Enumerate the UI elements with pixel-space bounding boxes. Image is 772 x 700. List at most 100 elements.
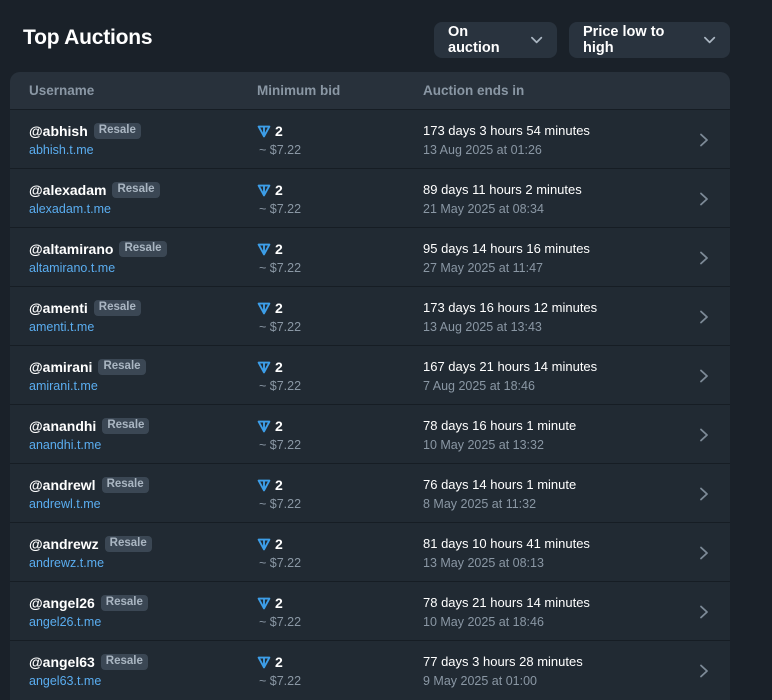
sort-label: Price low to high [583, 24, 665, 56]
resale-badge: Resale [93, 123, 141, 139]
auction-ends-in: 81 days 10 hours 41 minutes [423, 536, 590, 551]
column-header-minimum-bid: Minimum bid [257, 83, 341, 98]
resale-badge: Resale [100, 595, 148, 611]
username: @andrewz [29, 536, 99, 552]
auction-end-date: 27 May 2025 at 11:47 [423, 261, 543, 275]
bid-value: 2 [275, 654, 283, 670]
username-link[interactable]: andrewz.t.me [29, 556, 104, 570]
username-line: @alexadam Resale [29, 181, 160, 199]
auction-end-date: 7 Aug 2025 at 18:46 [423, 379, 535, 393]
auction-end-date: 13 Aug 2025 at 13:43 [423, 320, 542, 334]
auction-ends-in: 95 days 14 hours 16 minutes [423, 241, 590, 256]
bid-usd-value: ~ $7.22 [259, 379, 302, 393]
username-link[interactable]: andrewl.t.me [29, 497, 101, 511]
auction-end-date: 8 May 2025 at 11:32 [423, 497, 537, 511]
chevron-down-icon [703, 36, 715, 44]
resale-badge: Resale [98, 359, 146, 375]
chevron-right-icon[interactable] [698, 545, 710, 561]
chevron-down-icon [530, 36, 542, 44]
resale-badge: Resale [101, 477, 149, 493]
resale-badge: Resale [119, 241, 167, 257]
bid-usd-value: ~ $7.22 [259, 674, 302, 688]
username-link[interactable]: amenti.t.me [29, 320, 94, 334]
bid-value: 2 [275, 418, 283, 434]
bid-value: 2 [275, 477, 283, 493]
auction-ends-in: 89 days 11 hours 2 minutes [423, 182, 582, 197]
table-row[interactable]: @andrewl Resale andrewl.t.me 2 ~ $7.22 76 day… [10, 463, 730, 522]
sort-dropdown[interactable]: Price low to high [569, 22, 730, 58]
column-header-auction-ends: Auction ends in [423, 83, 525, 98]
table-row[interactable]: @amirani Resale amirani.t.me 2 ~ $7.22 167 da… [10, 345, 730, 404]
auction-ends-in: 78 days 16 hours 1 minute [423, 418, 577, 433]
page-header: Top Auctions On auction Price low to hig… [0, 0, 772, 72]
table-row[interactable]: @angel63 Resale angel63.t.me 2 ~ $7.22 77 day… [10, 640, 730, 699]
username: @alexadam [29, 182, 107, 198]
bid-value: 2 [275, 300, 283, 316]
bid-value: 2 [275, 123, 283, 139]
bid-usd-value: ~ $7.22 [259, 438, 302, 452]
auction-ends-in: 77 days 3 hours 28 minutes [423, 654, 583, 669]
ton-icon [257, 361, 271, 374]
bid-usd-value: ~ $7.22 [259, 202, 302, 216]
table-row[interactable]: @altamirano Resale altamirano.t.me 2 ~ $7.22… [10, 227, 730, 286]
table-row[interactable]: @amenti Resale amenti.t.me 2 ~ $7.22 173 days… [10, 286, 730, 345]
resale-badge: Resale [112, 182, 160, 198]
table-row[interactable]: @alexadam Resale alexadam.t.me 2 ~ $7.22 89 d… [10, 168, 730, 227]
username-link[interactable]: altamirano.t.me [29, 261, 115, 275]
chevron-right-icon[interactable] [698, 309, 710, 325]
bid-usd-value: ~ $7.22 [259, 143, 302, 157]
auction-end-date: 9 May 2025 at 01:00 [423, 674, 537, 688]
chevron-right-icon[interactable] [698, 486, 710, 502]
table-row[interactable]: @angel26 Resale angel26.t.me 2 ~ $7.22 78 day… [10, 581, 730, 640]
chevron-right-icon[interactable] [698, 250, 710, 266]
bid-value: 2 [275, 359, 283, 375]
auction-end-date: 21 May 2025 at 08:34 [423, 202, 544, 216]
minimum-bid: 2 [257, 122, 283, 140]
username-link[interactable]: abhish.t.me [29, 143, 94, 157]
minimum-bid: 2 [257, 240, 283, 258]
username: @anandhi [29, 418, 97, 434]
bid-value: 2 [275, 536, 283, 552]
chevron-right-icon[interactable] [698, 368, 710, 384]
table-row[interactable]: @anandhi Resale anandhi.t.me 2 ~ $7.22 78 day… [10, 404, 730, 463]
username: @abhish [29, 123, 88, 139]
bid-usd-value: ~ $7.22 [259, 497, 302, 511]
chevron-right-icon[interactable] [698, 663, 710, 679]
bid-value: 2 [275, 595, 283, 611]
minimum-bid: 2 [257, 417, 283, 435]
username-line: @anandhi Resale [29, 417, 150, 435]
status-filter-dropdown[interactable]: On auction [434, 22, 557, 58]
ton-icon [257, 538, 271, 551]
chevron-right-icon[interactable] [698, 604, 710, 620]
minimum-bid: 2 [257, 181, 283, 199]
auctions-table: Username Minimum bid Auction ends in @ab… [10, 72, 730, 700]
chevron-right-icon[interactable] [698, 427, 710, 443]
username: @amirani [29, 359, 93, 375]
username: @angel26 [29, 595, 95, 611]
username-link[interactable]: angel63.t.me [29, 674, 101, 688]
page: Top Auctions On auction Price low to hig… [0, 0, 772, 700]
username-line: @andrewz Resale [29, 535, 152, 553]
resale-badge: Resale [104, 536, 152, 552]
table-row[interactable]: @abhish Resale abhish.t.me 2 ~ $7.22 173 days… [10, 109, 730, 168]
ton-icon [257, 420, 271, 433]
resale-badge: Resale [100, 654, 148, 670]
username: @angel63 [29, 654, 95, 670]
username: @andrewl [29, 477, 96, 493]
table-row[interactable]: @andrewz Resale andrewz.t.me 2 ~ $7.22 81 day… [10, 522, 730, 581]
ton-icon [257, 184, 271, 197]
username-link[interactable]: alexadam.t.me [29, 202, 111, 216]
username-link[interactable]: angel26.t.me [29, 615, 101, 629]
username-line: @altamirano Resale [29, 240, 167, 258]
chevron-right-icon[interactable] [698, 191, 710, 207]
username-link[interactable]: amirani.t.me [29, 379, 98, 393]
resale-badge: Resale [102, 418, 150, 434]
ton-icon [257, 597, 271, 610]
chevron-right-icon[interactable] [698, 132, 710, 148]
column-header-username: Username [29, 83, 95, 98]
username: @amenti [29, 300, 88, 316]
username-link[interactable]: anandhi.t.me [29, 438, 101, 452]
auction-ends-in: 78 days 21 hours 14 minutes [423, 595, 590, 610]
username: @altamirano [29, 241, 114, 257]
page-title: Top Auctions [23, 26, 153, 49]
